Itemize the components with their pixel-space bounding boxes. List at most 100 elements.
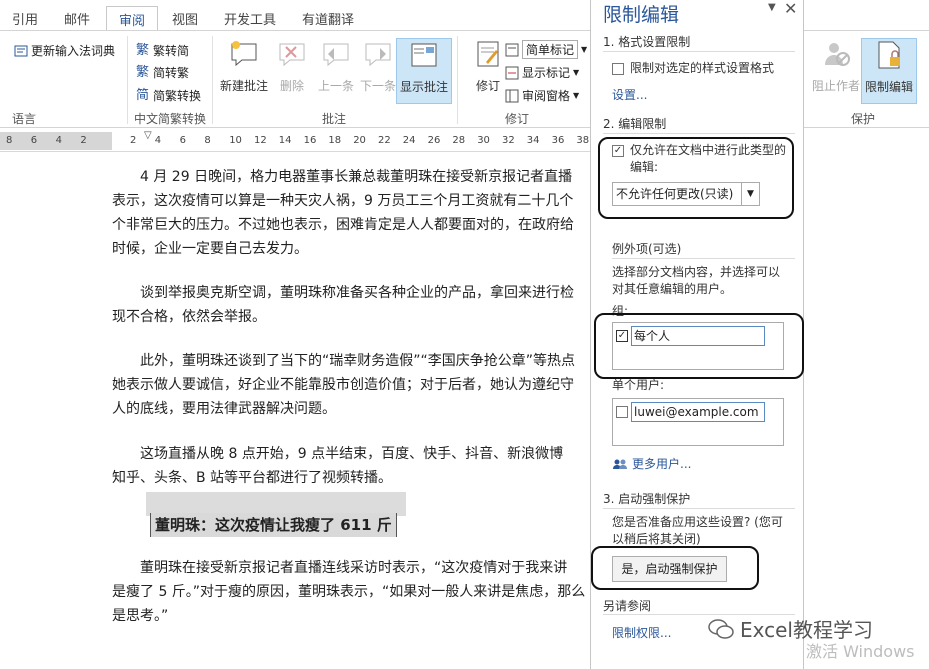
horizontal-ruler[interactable]: 8 6 4 2 2 4 6 8 10 12 14 16 18 20 22 24 26 28 30 32 34 36 38 ▽ xyxy=(0,130,590,152)
more-users-link[interactable]: 更多用户... xyxy=(612,455,691,472)
tab-youdao[interactable]: 有道翻译 xyxy=(302,9,354,28)
next-comment-icon xyxy=(365,43,391,67)
paragraph-line: 表示，这次疫情可以算是一种天灾人祸，9 万员工三个月工资就有二十几个 xyxy=(112,193,574,209)
section-divider xyxy=(603,133,795,134)
see-also-heading: 另请参阅 xyxy=(603,599,652,613)
ruler-tick-label: 4 xyxy=(55,135,62,146)
group-separator xyxy=(457,36,458,124)
group-label-comments: 批注 xyxy=(322,112,347,126)
section-divider xyxy=(603,51,795,52)
show-markup-icon xyxy=(505,66,519,79)
tab-view[interactable]: 视图 xyxy=(172,9,198,28)
ruler-tick-label: 8 xyxy=(204,135,211,146)
paragraph-line: 4 月 29 日晚间，格力电器董事长兼总裁董明珠在接受新京报记者直播 xyxy=(140,169,573,185)
paragraph-line: 董明珠在接受新京报记者直播连线采访时表示，“这次疫情对于我来讲 xyxy=(140,560,568,576)
section-editing-restrictions: 2. 编辑限制 xyxy=(603,117,667,131)
ruler-tick-label: 4 xyxy=(154,135,162,146)
ruler-tick-label: 8 xyxy=(6,135,13,146)
restrict-permission-link[interactable]: 限制权限... xyxy=(612,624,671,641)
user-entry[interactable]: luwei@example.com xyxy=(631,402,765,422)
ruler-tick-label: 30 xyxy=(477,135,490,146)
document-body[interactable]: 4 月 29 日晚间，格力电器董事长兼总裁董明珠在接受新京报记者直播 表示，这次… xyxy=(112,165,590,628)
pane-title: 限制编辑 xyxy=(603,4,680,26)
close-icon[interactable]: ✕ xyxy=(784,0,797,18)
block-authors-label: 阻止作者 xyxy=(811,79,860,93)
markup-icon xyxy=(505,43,519,56)
show-comments-button[interactable]: 显示批注 xyxy=(396,38,452,104)
users-listbox[interactable]: luwei@example.com xyxy=(612,398,784,446)
paragraph-line: 时候，企业一定要自己去发力。 xyxy=(112,241,308,257)
restrict-editing-button[interactable]: 限制编辑 xyxy=(861,38,917,104)
review-pane-label: 审阅窗格 xyxy=(522,89,571,103)
show-comments-label: 显示批注 xyxy=(399,80,448,94)
activate-windows-notice: 激活 Windows xyxy=(806,642,915,661)
paragraph-line: 是瘦了 5 斤。”对于瘦的原因，董明珠表示，“如果对一般人来讲是焦虑，那么 xyxy=(112,584,586,600)
show-markup-button[interactable]: 显示标记 ▼ xyxy=(505,64,579,81)
ruler-tick-label: 14 xyxy=(278,135,292,146)
simp-to-trad-button[interactable]: 繁 简转繁 xyxy=(136,64,189,81)
user-checkbox[interactable] xyxy=(616,406,628,418)
review-pane-button[interactable]: 审阅窗格 ▼ xyxy=(505,87,579,104)
ruler-tick-label: 2 xyxy=(80,135,87,146)
ruler-tick-label: 10 xyxy=(229,135,242,146)
group-label-chinese: 中文简繁转换 xyxy=(134,112,207,126)
ruler-tick-label: 6 xyxy=(30,135,38,146)
ruler-tick-label: 20 xyxy=(353,135,366,146)
exceptions-description: 选择部分文档内容，并选择可以对其任意编辑的用户。 xyxy=(612,265,781,296)
update-ime-dictionary-button[interactable]: 更新输入法词典 xyxy=(14,42,115,59)
ruler-tick-label: 28 xyxy=(452,135,466,146)
heading-block: 董明珠：这次疫情让我瘦了 611 斤 xyxy=(112,490,590,538)
group-label-tracking: 修订 xyxy=(505,112,530,126)
simp-trad-convert-button[interactable]: 简 简繁转换 xyxy=(136,87,201,104)
block-authors-icon xyxy=(825,43,850,66)
show-comments-icon xyxy=(411,43,437,67)
update-ime-label: 更新输入法词典 xyxy=(31,44,116,58)
trad-to-simp-button[interactable]: 繁 繁转简 xyxy=(136,42,189,59)
ruler-tick-label: 18 xyxy=(328,135,342,146)
review-pane-icon xyxy=(505,89,519,102)
section-heading[interactable]: 董明珠：这次疫情让我瘦了 611 斤 xyxy=(150,513,397,537)
dictionary-icon xyxy=(14,45,28,56)
track-changes-icon xyxy=(477,41,499,67)
format-settings-link[interactable]: 设置... xyxy=(612,86,647,103)
section-format-restrictions: 1. 格式设置限制 xyxy=(603,35,691,49)
show-markup-label: 显示标记 xyxy=(522,66,571,80)
section-divider xyxy=(603,508,795,509)
indent-marker-icon[interactable]: ▽ xyxy=(144,130,152,141)
new-comment-icon xyxy=(231,41,257,67)
tab-review[interactable]: 审阅 xyxy=(106,6,159,31)
delete-comment-icon xyxy=(279,43,305,67)
section-start-enforcement: 3. 启动强制保护 xyxy=(603,492,691,506)
group-label-protect: 保护 xyxy=(851,112,876,126)
markup-mode-dropdown[interactable]: 简单标记 ▼ xyxy=(505,40,587,59)
format-restrict-checkbox[interactable] xyxy=(612,63,624,75)
convert-icon: 简 xyxy=(136,87,150,103)
wechat-icon xyxy=(708,618,734,639)
pane-options-icon[interactable]: ▼ xyxy=(768,2,776,13)
tab-developer[interactable]: 开发工具 xyxy=(224,9,276,28)
tab-mailings[interactable]: 邮件 xyxy=(64,9,90,28)
group-label-language: 语言 xyxy=(12,112,37,126)
tab-references[interactable]: 引用 xyxy=(12,9,38,28)
users-icon xyxy=(613,459,627,469)
ruler-tick-label: 16 xyxy=(303,135,317,146)
ruler-tick-label: 32 xyxy=(502,135,515,146)
ruler-tick-label: 26 xyxy=(427,135,441,146)
ruler-tick-label: 38 xyxy=(576,135,590,146)
format-restrict-label: 限制对选定的样式设置格式 xyxy=(630,61,775,75)
previous-comment-icon xyxy=(323,43,349,67)
annotation-circle xyxy=(594,313,804,379)
paragraph-line: 她表示做人要诚信，好企业不能靠股市创造价值；对于后者，她认为遵纪守 xyxy=(112,377,574,393)
ruler-tick-label: 2 xyxy=(130,135,137,146)
group-separator xyxy=(212,36,213,124)
block-authors-button[interactable]: 阻止作者 xyxy=(808,38,864,94)
trad-to-simp-label: 繁转简 xyxy=(153,44,190,58)
annotation-circle xyxy=(591,546,759,590)
convert-label: 简繁转换 xyxy=(153,89,202,103)
users-label: 单个用户: xyxy=(612,378,665,392)
paragraph-line: 这场直播从晚 8 点开始，9 点半结束，百度、快手、抖音、新浪微博 xyxy=(140,446,564,462)
exceptions-heading: 例外项(可选) xyxy=(612,242,682,256)
ruler-tick-label: 12 xyxy=(254,135,267,146)
paragraph-line: 现不合格，依然会举报。 xyxy=(112,309,266,325)
restrict-editing-pane: 限制编辑 ▼ ✕ 1. 格式设置限制 限制对选定的样式设置格式 设置... 2.… xyxy=(590,0,804,669)
